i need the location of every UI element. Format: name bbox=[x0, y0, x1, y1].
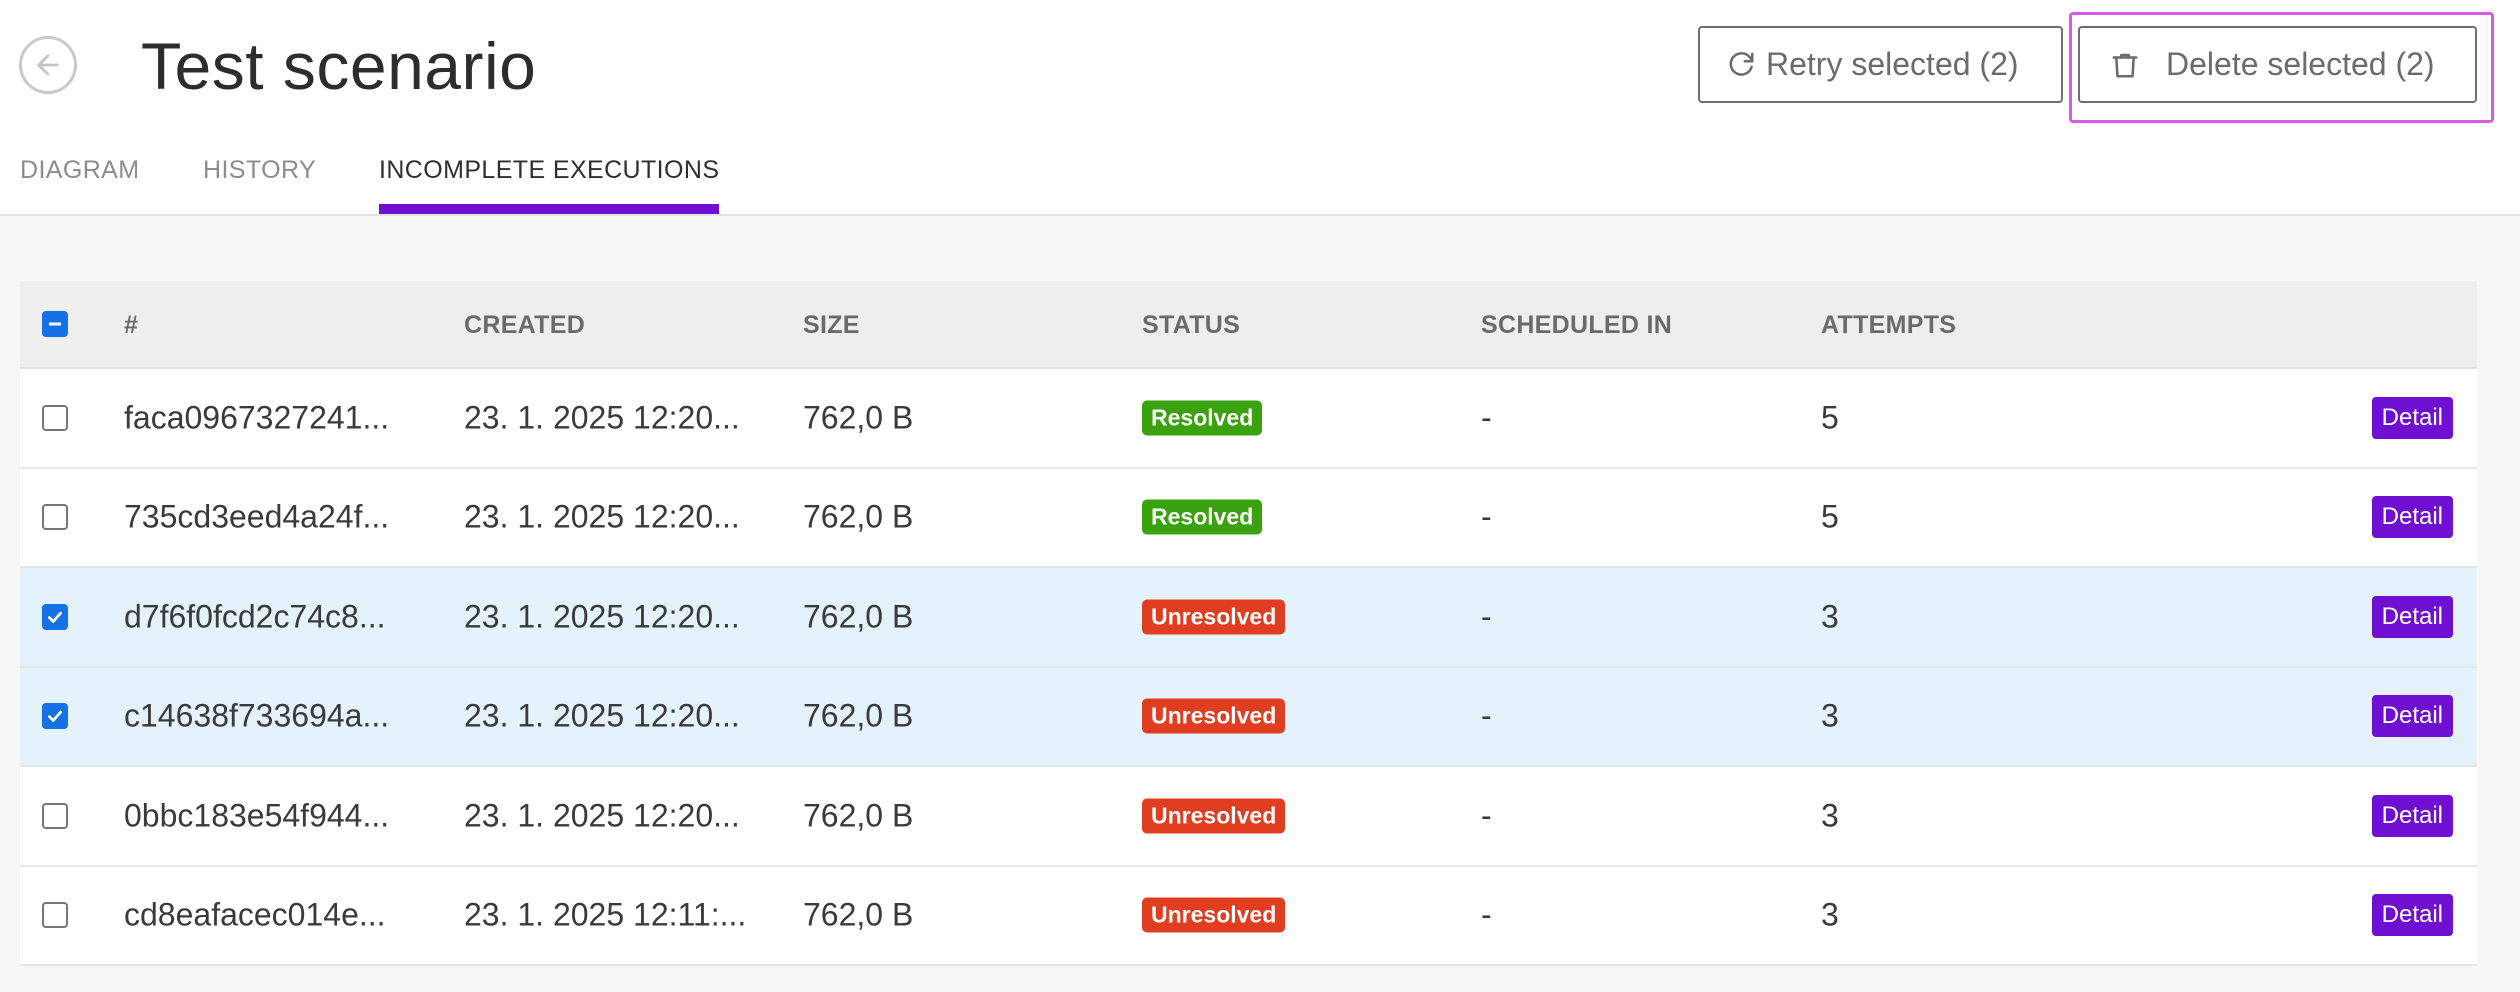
back-button[interactable] bbox=[19, 36, 77, 94]
cell-attempts: 3 bbox=[1821, 896, 1839, 933]
status-badge: Resolved bbox=[1142, 499, 1263, 535]
column-header-scheduled-in[interactable]: SCHEDULED IN bbox=[1481, 311, 1672, 340]
table-row[interactable]: c14638f733694a... 23. 1. 2025 12:20... 762… bbox=[20, 667, 2477, 767]
checkmark-icon bbox=[48, 710, 62, 723]
cell-created: 23. 1. 2025 12:20... bbox=[464, 598, 740, 635]
cell-size: 762,0 B bbox=[803, 697, 914, 734]
cell-id: c14638f733694a... bbox=[124, 697, 390, 734]
trash-icon bbox=[2112, 53, 2138, 77]
cell-attempts: 3 bbox=[1821, 598, 1839, 635]
status-badge: Unresolved bbox=[1142, 897, 1286, 933]
retry-selected-button[interactable]: Retry selected (2) bbox=[1698, 26, 2063, 103]
row-checkbox[interactable] bbox=[42, 603, 68, 630]
cell-created: 23. 1. 2025 12:20... bbox=[464, 797, 740, 834]
header-bar: Test scenario Retry selected (2) Delete … bbox=[0, 0, 2520, 216]
checkmark-icon bbox=[48, 611, 62, 623]
table-row[interactable]: faca0967327241... 23. 1. 2025 12:20... 762… bbox=[20, 369, 2477, 469]
cell-created: 23. 1. 2025 12:20... bbox=[464, 498, 740, 535]
cell-scheduled-in: - bbox=[1481, 498, 1492, 535]
detail-button[interactable]: Detail bbox=[2371, 695, 2453, 738]
cell-id: 735cd3eed4a24f... bbox=[124, 498, 390, 535]
refresh-icon bbox=[1729, 51, 1754, 76]
column-header-id[interactable]: # bbox=[124, 311, 138, 340]
cell-attempts: 5 bbox=[1821, 399, 1839, 436]
cell-id: d7f6f0fcd2c74c8... bbox=[124, 598, 386, 635]
page-title: Test scenario bbox=[141, 29, 537, 103]
row-checkbox[interactable] bbox=[42, 404, 68, 431]
delete-selected-label: Delete selected (2) bbox=[2166, 46, 2435, 82]
status-badge: Unresolved bbox=[1142, 798, 1286, 834]
delete-selected-button[interactable]: Delete selected (2) bbox=[2078, 26, 2477, 103]
cell-scheduled-in: - bbox=[1481, 697, 1492, 734]
row-checkbox[interactable] bbox=[42, 802, 68, 829]
row-checkbox[interactable] bbox=[42, 902, 68, 929]
detail-button[interactable]: Detail bbox=[2371, 496, 2453, 539]
cell-created: 23. 1. 2025 12:11:... bbox=[464, 896, 747, 933]
cell-created: 23. 1. 2025 12:20... bbox=[464, 399, 740, 436]
tab-incomplete-executions[interactable]: INCOMPLETE EXECUTIONS bbox=[379, 156, 719, 185]
table-header: # CREATED SIZE STATUS SCHEDULED IN ATTEM… bbox=[20, 281, 2477, 369]
table-body: faca0967327241... 23. 1. 2025 12:20... 762… bbox=[20, 369, 2477, 966]
cell-attempts: 5 bbox=[1821, 498, 1839, 535]
retry-selected-label: Retry selected (2) bbox=[1766, 46, 2019, 82]
tab-history[interactable]: HISTORY bbox=[203, 156, 316, 185]
cell-size: 762,0 B bbox=[803, 896, 914, 933]
detail-button[interactable]: Detail bbox=[2371, 396, 2453, 439]
cell-attempts: 3 bbox=[1821, 697, 1839, 734]
detail-button[interactable]: Detail bbox=[2371, 595, 2453, 638]
cell-created: 23. 1. 2025 12:20... bbox=[464, 697, 740, 734]
cell-size: 762,0 B bbox=[803, 399, 914, 436]
minus-icon bbox=[49, 322, 61, 326]
active-tab-indicator bbox=[379, 204, 719, 214]
row-checkbox[interactable] bbox=[42, 504, 68, 531]
cell-id: cd8eafacec014e... bbox=[124, 896, 386, 933]
detail-button[interactable]: Detail bbox=[2371, 894, 2453, 937]
table-row[interactable]: 735cd3eed4a24f... 23. 1. 2025 12:20... 762… bbox=[20, 468, 2477, 568]
select-all-checkbox[interactable] bbox=[42, 311, 68, 337]
cell-scheduled-in: - bbox=[1481, 896, 1492, 933]
executions-table: # CREATED SIZE STATUS SCHEDULED IN ATTEM… bbox=[20, 281, 2477, 966]
column-header-created[interactable]: CREATED bbox=[464, 311, 585, 340]
arrow-left-icon bbox=[37, 54, 59, 76]
column-header-attempts[interactable]: ATTEMPTS bbox=[1821, 311, 1956, 340]
cell-scheduled-in: - bbox=[1481, 399, 1492, 436]
column-header-size[interactable]: SIZE bbox=[803, 311, 860, 340]
status-badge: Resolved bbox=[1142, 400, 1263, 436]
cell-scheduled-in: - bbox=[1481, 598, 1492, 635]
detail-button[interactable]: Detail bbox=[2371, 794, 2453, 837]
cell-id: faca0967327241... bbox=[124, 399, 390, 436]
column-header-status[interactable]: STATUS bbox=[1142, 311, 1240, 340]
status-badge: Unresolved bbox=[1142, 698, 1286, 734]
row-checkbox[interactable] bbox=[42, 703, 68, 730]
tab-diagram[interactable]: DIAGRAM bbox=[20, 156, 139, 185]
table-row[interactable]: d7f6f0fcd2c74c8... 23. 1. 2025 12:20... 76… bbox=[20, 568, 2477, 668]
status-badge: Unresolved bbox=[1142, 599, 1286, 635]
cell-id: 0bbc183e54f944... bbox=[124, 797, 390, 834]
cell-size: 762,0 B bbox=[803, 598, 914, 635]
table-row[interactable]: cd8eafacec014e... 23. 1. 2025 12:11:... 76… bbox=[20, 866, 2477, 966]
table-row[interactable]: 0bbc183e54f944... 23. 1. 2025 12:20... 762… bbox=[20, 767, 2477, 867]
cell-scheduled-in: - bbox=[1481, 797, 1492, 834]
cell-size: 762,0 B bbox=[803, 498, 914, 535]
cell-size: 762,0 B bbox=[803, 797, 914, 834]
cell-attempts: 3 bbox=[1821, 797, 1839, 834]
